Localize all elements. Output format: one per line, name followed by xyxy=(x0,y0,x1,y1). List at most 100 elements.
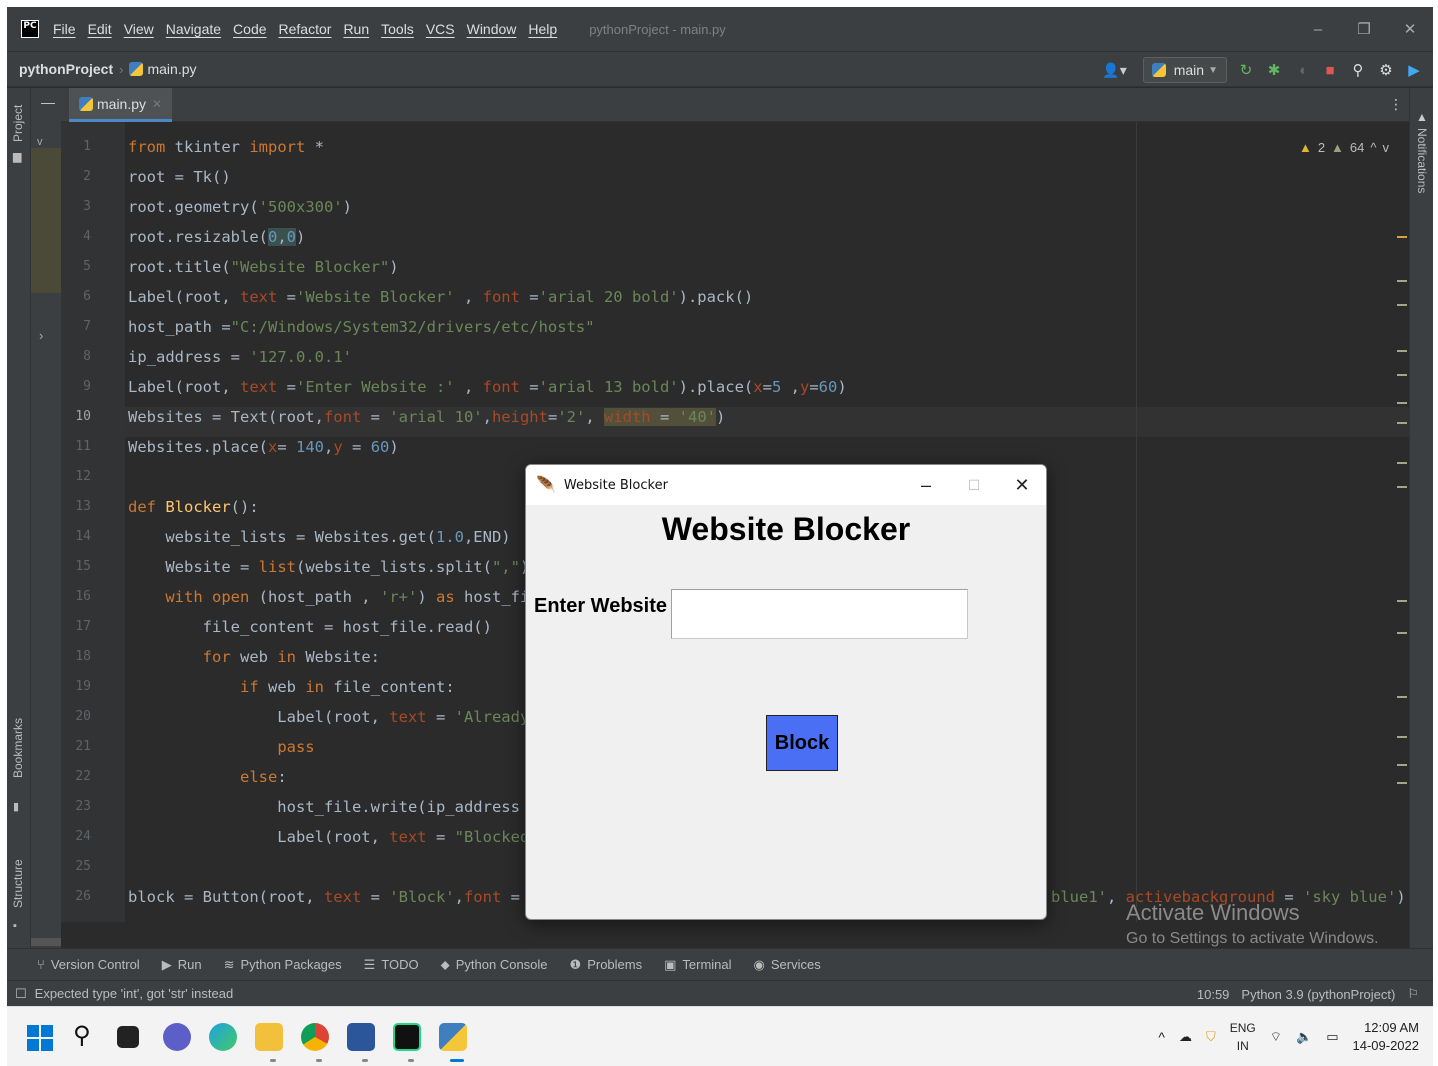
minimize-icon[interactable]: – xyxy=(902,475,950,496)
line-number: 7 xyxy=(83,319,91,334)
bookmarks-panel-toggle[interactable]: Bookmarks xyxy=(11,718,25,778)
navbar-actions: 👤▾ main ▼ ↻ ✱ ◖ ■ ⚲ ⚙ ▶ xyxy=(1102,52,1423,88)
problems-icon: ❶ xyxy=(569,956,582,972)
coverage-icon[interactable]: ◖ xyxy=(1293,62,1311,79)
code-line: Website = list(website_lists.split(",")) xyxy=(128,558,538,576)
chat-icon[interactable] xyxy=(163,1023,191,1051)
stripe-mark xyxy=(1397,782,1407,784)
menu-code[interactable]: Code xyxy=(233,21,266,37)
windows-start-icon[interactable] xyxy=(27,1025,53,1051)
close-icon[interactable]: ✕ xyxy=(1387,20,1433,38)
menu-window[interactable]: Window xyxy=(467,21,517,37)
lock-icon[interactable]: ⚐ xyxy=(1407,986,1419,1002)
edge-icon[interactable] xyxy=(209,1023,237,1051)
tool-run[interactable]: ▶ Run xyxy=(162,957,202,973)
language-indicator[interactable]: ENG IN xyxy=(1230,1019,1256,1055)
plugin-icon[interactable]: ▶ xyxy=(1405,61,1423,79)
minimize-icon[interactable]: – xyxy=(1295,21,1341,38)
python-taskbar-icon[interactable] xyxy=(439,1023,467,1051)
tool-python-console[interactable]: ⬥ Python Console xyxy=(441,957,548,973)
line-number: 16 xyxy=(75,589,91,604)
line-number: 9 xyxy=(83,379,91,394)
tool-services[interactable]: ◉ Services xyxy=(754,957,821,973)
system-tray: ^ ☁ ⛉ ENG IN ⌔ 🔈 ▭ 12:09 AM 14-09-2022 xyxy=(1158,1007,1419,1066)
website-input[interactable] xyxy=(671,589,968,639)
close-icon[interactable]: ✕ xyxy=(998,475,1046,496)
menu-navigate[interactable]: Navigate xyxy=(166,21,221,37)
shield-icon[interactable]: ⛉ xyxy=(1206,1029,1216,1045)
search-icon[interactable]: ⚲ xyxy=(1349,61,1367,79)
chrome-icon[interactable] xyxy=(301,1023,329,1051)
clock[interactable]: 12:09 AM 14-09-2022 xyxy=(1353,1019,1420,1055)
code-line: Label(root, text ='Website Blocker' , fo… xyxy=(128,288,754,306)
menu-view[interactable]: View xyxy=(124,21,154,37)
caret-position[interactable]: 10:59 xyxy=(1197,987,1230,1002)
inspection-widget[interactable]: ▲ 2 ▲ 64 ^ v xyxy=(1299,140,1389,155)
pycharm-taskbar-icon[interactable] xyxy=(393,1023,421,1051)
volume-icon[interactable]: 🔈 xyxy=(1296,1029,1312,1045)
project-panel-toggle[interactable]: Project xyxy=(11,105,25,142)
notifications-panel-toggle[interactable]: Notifications xyxy=(1415,128,1429,193)
status-panel-icon[interactable]: ☐ xyxy=(15,986,27,1002)
status-message[interactable]: Expected type 'int', got 'str' instead xyxy=(35,986,234,1001)
chevron-down-icon[interactable]: v xyxy=(1383,140,1390,155)
word-icon[interactable] xyxy=(347,1023,375,1051)
rerun-icon[interactable]: ↻ xyxy=(1237,61,1255,79)
close-tab-icon[interactable]: ✕ xyxy=(152,97,162,111)
menu-refactor[interactable]: Refactor xyxy=(279,21,332,37)
user-icon[interactable]: 👤▾ xyxy=(1102,62,1126,79)
line-number: 6 xyxy=(83,289,91,304)
block-button[interactable]: Block xyxy=(766,715,838,771)
menu-edit[interactable]: Edit xyxy=(88,21,112,37)
run-config-label: main xyxy=(1173,62,1205,78)
chevron-up-icon[interactable]: ^ xyxy=(1158,1029,1165,1045)
tool-python-packages[interactable]: ≋ Python Packages xyxy=(224,957,342,973)
task-view-icon[interactable] xyxy=(117,1026,139,1048)
line-number: 15 xyxy=(75,559,91,574)
structure-panel-toggle[interactable]: Structure xyxy=(11,859,25,908)
services-icon: ◉ xyxy=(753,956,765,972)
menu-tools[interactable]: Tools xyxy=(381,21,414,37)
gear-icon[interactable]: ⚙ xyxy=(1377,61,1395,79)
chevron-right-icon[interactable]: › xyxy=(39,328,43,343)
notification-bell-icon[interactable]: ▲ xyxy=(1416,110,1428,124)
tk-window-controls: – ☐ ✕ xyxy=(902,465,1046,505)
debug-icon[interactable]: ✱ xyxy=(1265,61,1283,79)
horizontal-scrollbar[interactable] xyxy=(31,938,61,946)
onedrive-icon[interactable]: ☁ xyxy=(1179,1029,1192,1045)
more-options-icon[interactable]: ⋮ xyxy=(1389,96,1403,113)
stop-icon[interactable]: ■ xyxy=(1321,62,1339,79)
line-number: 25 xyxy=(75,859,91,874)
tab-main-py[interactable]: main.py ✕ xyxy=(69,88,173,122)
chevron-down-icon[interactable]: v xyxy=(37,136,43,148)
breadcrumb-separator-icon: › xyxy=(119,61,124,77)
search-icon[interactable]: ⚲ xyxy=(73,1021,91,1050)
line-number: 23 xyxy=(75,799,91,814)
tool-terminal[interactable]: ▣ Terminal xyxy=(664,957,731,973)
breadcrumb-project[interactable]: pythonProject xyxy=(19,61,113,77)
menu-run[interactable]: Run xyxy=(343,21,369,37)
run-config-selector[interactable]: main ▼ xyxy=(1142,57,1227,83)
menu-help[interactable]: Help xyxy=(528,21,557,37)
wifi-icon[interactable]: ⌔ xyxy=(1270,1029,1282,1045)
tk-title-bar[interactable]: 🪶 Website Blocker – ☐ ✕ xyxy=(526,465,1046,505)
chevron-up-icon[interactable]: ^ xyxy=(1370,140,1376,155)
tool-version-control[interactable]: ⑂ Version Control xyxy=(37,957,140,972)
tool-problems[interactable]: ❶ Problems xyxy=(570,957,643,973)
code-line: host_path ="C:/Windows/System32/drivers/… xyxy=(128,318,595,336)
menu-file[interactable]: File xyxy=(53,21,76,37)
line-number-gutter: 1 2 3 4 5 6 7 8 9 10 11 12 13 14 15 16 1… xyxy=(61,122,125,922)
error-stripe[interactable] xyxy=(1395,122,1409,922)
layers-icon: ≋ xyxy=(223,956,235,972)
battery-icon[interactable]: ▭ xyxy=(1326,1029,1338,1045)
collapse-panel-icon[interactable]: — xyxy=(41,94,55,110)
file-explorer-icon[interactable] xyxy=(255,1023,283,1051)
tool-todo[interactable]: ☰ TODO xyxy=(364,957,419,973)
app-heading: Website Blocker xyxy=(661,511,911,547)
line-number: 24 xyxy=(75,829,91,844)
code-line: host_file.write(ip_address + " " xyxy=(128,798,576,816)
menu-vcs[interactable]: VCS xyxy=(426,21,455,37)
interpreter-selector[interactable]: Python 3.9 (pythonProject) xyxy=(1241,987,1395,1002)
breadcrumb-file[interactable]: main.py xyxy=(129,61,197,77)
restore-icon[interactable]: ❐ xyxy=(1341,20,1387,38)
